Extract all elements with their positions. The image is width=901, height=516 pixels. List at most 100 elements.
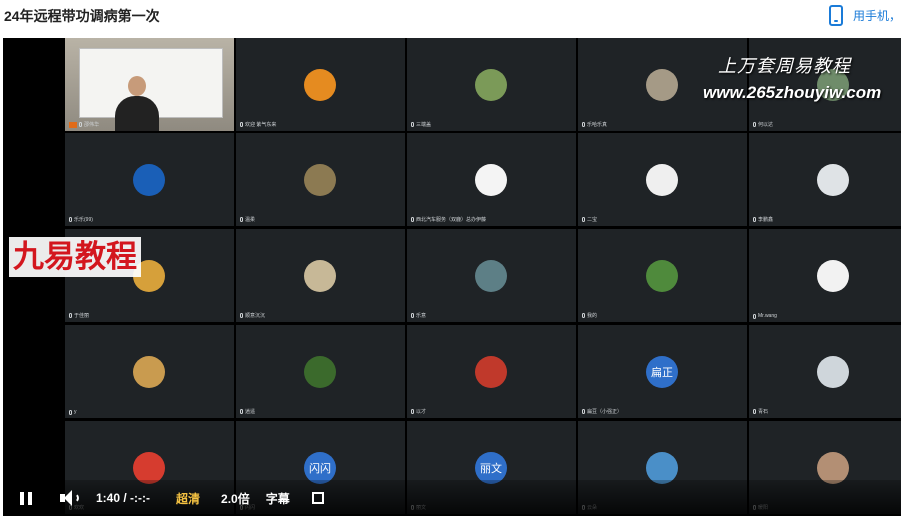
mic-icon [753,313,756,319]
mic-icon [753,217,756,222]
mic-icon [240,409,243,414]
fullscreen-icon[interactable] [311,492,324,504]
participant-name: 顺意沉沉 [245,313,266,319]
participant-avatar [475,69,507,101]
participant-name-row: 欢迎 紫气东来 [240,121,276,128]
participant-name: 温柔 [245,217,256,223]
mic-icon [240,313,243,318]
mic-icon [240,217,243,222]
participant-name: 欢迎 紫气东来 [245,122,277,128]
participant-avatar [304,356,336,388]
speed-button[interactable]: 2.0倍 [221,490,250,507]
participant-name: y [74,409,77,415]
phone-icon [828,5,843,26]
mic-icon [753,122,756,127]
host-badge-icon [69,121,77,128]
participant-avatar [817,260,849,292]
host-body [115,96,159,131]
participant-name: 于佳丽 [74,313,90,319]
top-bar: 24年远程带功调病第一次 用手机， [0,0,901,38]
mic-icon [753,409,756,414]
mic-icon [79,122,82,127]
pause-icon[interactable] [20,491,32,505]
participant-name-row: 顺意沉沉 [240,312,265,319]
participant-tile: 欢迎 紫气东来 [236,38,405,131]
mic-icon [582,313,585,318]
participant-tile: 二宝 [578,133,747,226]
participant-name-row: 三端盖 [411,121,431,128]
participant-avatar [133,164,165,196]
participant-avatar: 扁正 [646,356,678,388]
participant-name-row: 我的 [582,312,597,319]
mic-icon [69,313,72,318]
mic-icon [411,217,414,222]
quality-button[interactable]: 超清 [176,490,200,507]
participant-name: 扁豆（小强正） [587,409,623,415]
mic-icon [69,409,72,415]
mic-icon [582,122,585,127]
participant-avatar [304,164,336,196]
subtitles-button[interactable]: 字幕 [266,490,290,507]
participant-tile: 李鹏鑫 [749,133,901,226]
participant-name-row: 李鹏鑫 [753,216,773,223]
participant-tile: 以才 [407,325,576,418]
participant-name: 二宝 [587,217,598,223]
participant-tile: Mr.wang [749,229,901,322]
participant-name: 李鹏鑫 [758,217,774,223]
watermark-url: www.265zhouyiw.com [703,83,882,102]
participant-avatar [646,69,678,101]
participant-tile: 温柔 [236,133,405,226]
participant-avatar [817,356,849,388]
page-title: 24年远程带功调病第一次 [4,8,160,24]
participant-tile: 扁正扁豆（小强正） [578,325,747,418]
participant-name: 乐意 [416,313,427,319]
participant-name-row: y [69,409,77,415]
participant-avatar [646,260,678,292]
participant-name-row: 二宝 [582,216,597,223]
participant-name: 乐哈乐真 [587,122,608,128]
participant-name: 何以达 [758,122,774,128]
participant-tile: 顺意沉沉 [236,229,405,322]
participant-name-row: 西北汽车服务（双鹿）总办伊藤 [411,216,486,223]
participant-tile: y [65,325,234,418]
participant-avatar [304,260,336,292]
video-player[interactable]: 邵伟华 欢迎 紫气东来 三端盖 乐哈乐真 何以达乐乐(99) 温柔 西北汽车服务（双鹿）总… [3,38,901,516]
host-name: 邵伟华 [84,122,100,128]
participant-name-row: 乐意 [411,312,426,319]
participant-name-row: 何以达 [753,121,773,128]
participant-name-row: 逍遥 [240,408,255,415]
participant-name: 青石 [758,409,769,415]
participant-grid: 邵伟华 欢迎 紫气东来 三端盖 乐哈乐真 何以达乐乐(99) 温柔 西北汽车服务（双鹿）总… [65,38,901,516]
participant-name: 逍遥 [245,409,256,415]
participant-name: Mr.wang [758,313,777,319]
participant-tile: 青石 [749,325,901,418]
participant-avatar [475,260,507,292]
watermark-brand: 九易教程 [9,237,141,277]
participant-tile: 西北汽车服务（双鹿）总办伊藤 [407,133,576,226]
participant-avatar [646,164,678,196]
mic-icon [582,217,585,222]
participant-tile: 乐意 [407,229,576,322]
host-video [65,38,234,131]
host-tile: 邵伟华 [65,38,234,131]
participant-name-row: 乐哈乐真 [582,121,607,128]
watermark-title: 上万套周易教程 [718,56,851,77]
participant-name: 西北汽车服务（双鹿）总办伊藤 [416,217,487,223]
participant-avatar [475,356,507,388]
participant-avatar [817,164,849,196]
volume-icon[interactable] [60,490,79,506]
mic-icon [411,122,414,127]
host-name-row: 邵伟华 [69,121,99,128]
open-on-phone-link[interactable]: 用手机， [828,5,901,26]
participant-name: 乐乐(99) [74,217,93,223]
participant-name-row: 乐乐(99) [69,216,93,223]
participant-name-row: 扁豆（小强正） [582,408,622,415]
participant-tile: 三端盖 [407,38,576,131]
participant-name-row: 以才 [411,408,426,415]
participant-avatar [304,69,336,101]
participant-name: 我的 [587,313,598,319]
participant-name: 以才 [416,409,427,415]
participant-avatar [475,164,507,196]
mic-icon [582,409,585,414]
mic-icon [411,313,414,318]
